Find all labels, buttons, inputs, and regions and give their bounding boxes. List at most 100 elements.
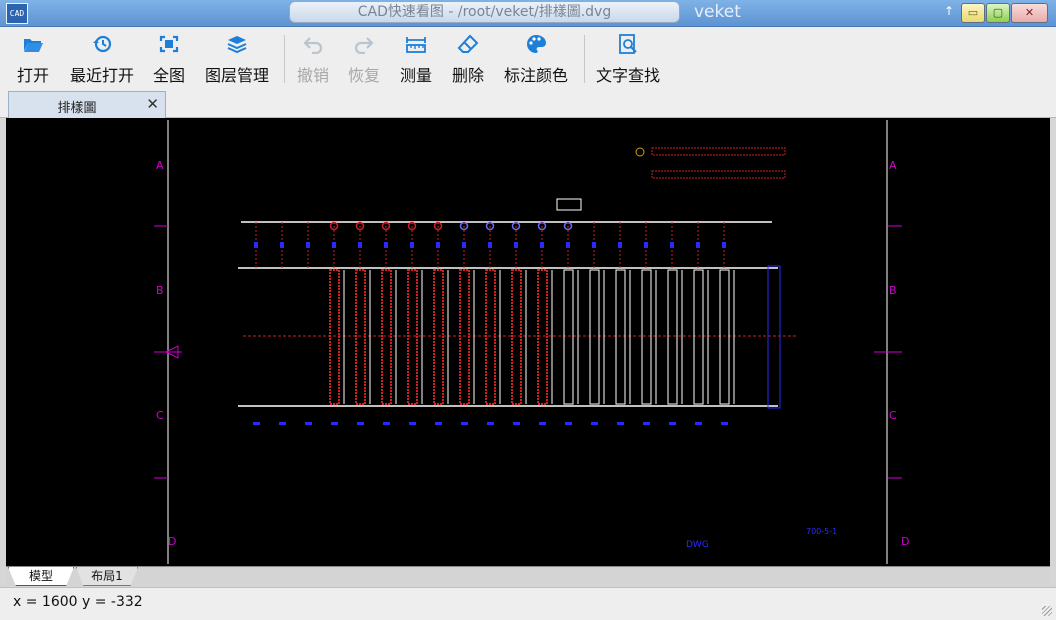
bottom-label-mark <box>253 422 260 425</box>
annotation-color-label: 标注颜色 <box>503 66 568 85</box>
history-icon <box>93 35 112 53</box>
top-label-mark <box>358 242 362 248</box>
row-marker-a-right: A <box>889 159 897 172</box>
legend-strip-bottom <box>651 170 786 179</box>
minimize-button[interactable]: ▭ <box>961 3 985 23</box>
delete-label: 删除 <box>451 66 484 85</box>
bottom-label-mark <box>383 422 390 425</box>
maximize-button[interactable]: ▢ <box>986 3 1010 23</box>
redo-button[interactable]: 恢复 <box>344 27 384 89</box>
undo-button[interactable]: 撤销 <box>293 27 333 89</box>
close-button[interactable]: ✕ <box>1011 3 1048 23</box>
fit-view-label: 全图 <box>152 66 185 85</box>
bar <box>459 269 470 405</box>
bottom-label-mark <box>695 422 702 425</box>
row-marker-b-right: B <box>889 284 897 297</box>
row-marker-a-left: A <box>156 159 164 172</box>
bottom-label-mark <box>669 422 676 425</box>
bottom-label-mark <box>721 422 728 425</box>
open-button[interactable]: 打开 <box>10 27 56 89</box>
bar-group <box>253 221 735 425</box>
top-label-mark <box>462 242 466 248</box>
close-tab-icon[interactable]: ✕ <box>146 95 159 113</box>
drawing-stamp: 700-5-1 <box>806 527 837 536</box>
coordinate-readout: x = 1600 y = -332 <box>13 594 143 610</box>
row-marker-d-right: D <box>901 535 909 548</box>
top-label-mark <box>280 242 284 248</box>
bottom-label-mark <box>435 422 442 425</box>
bar <box>433 269 444 405</box>
recent-open-button[interactable]: 最近打开 <box>66 27 138 89</box>
ruler-icon <box>406 37 426 53</box>
bar <box>641 269 652 405</box>
layer-manager-button[interactable]: 图层管理 <box>202 27 272 89</box>
bar <box>537 269 548 405</box>
measure-button[interactable]: 测量 <box>396 27 436 89</box>
up-arrow-icon[interactable]: ↑ <box>942 4 956 18</box>
layers-icon <box>227 36 247 54</box>
title-block-box <box>556 198 582 211</box>
undo-label: 撤销 <box>296 66 329 85</box>
eraser-icon <box>457 34 479 53</box>
top-label-mark <box>618 242 622 248</box>
top-label-mark <box>384 242 388 248</box>
drawing-bottom-label: DWG <box>686 540 709 550</box>
annotation-color-button[interactable]: 标注颜色 <box>500 27 572 89</box>
toolbar-separator <box>284 35 285 83</box>
layout1-tab[interactable]: 布局1 <box>76 567 138 586</box>
bar <box>485 269 496 405</box>
bottom-label-mark <box>591 422 598 425</box>
brand-label: veket <box>694 2 741 22</box>
row-marker-c-left: C <box>156 409 164 422</box>
top-label-mark <box>644 242 648 248</box>
document-tab-label: 排樣圖 <box>57 101 97 116</box>
drawing-canvas[interactable]: A B C D A B C D 700-5-1 DWG <box>6 118 1050 566</box>
undo-icon <box>303 37 323 54</box>
legend-marker <box>635 147 645 157</box>
bar <box>719 269 730 405</box>
bottom-label-mark <box>617 422 624 425</box>
app-logo-icon: CAD <box>6 3 28 24</box>
top-label-mark <box>332 242 336 248</box>
bottom-label-mark <box>513 422 520 425</box>
bottom-label-mark <box>565 422 572 425</box>
layout-tab-bar: 模型 布局1 <box>6 566 1050 586</box>
window-title: CAD快速看图 - /root/veket/排樣圖.dvg <box>357 4 612 20</box>
status-bar: x = 1600 y = -332 <box>0 587 1056 620</box>
delete-button[interactable]: 删除 <box>448 27 488 89</box>
row-ticks-left <box>154 225 902 479</box>
text-search-icon <box>619 34 637 54</box>
bar <box>329 269 340 405</box>
text-search-label: 文字查找 <box>595 66 660 85</box>
resize-grip-icon[interactable] <box>1042 606 1052 616</box>
legend-strip-top <box>651 147 786 156</box>
layer-manager-label: 图层管理 <box>204 66 269 85</box>
palette-icon <box>527 35 546 53</box>
text-search-button[interactable]: 文字查找 <box>594 27 662 89</box>
top-label-mark <box>514 242 518 248</box>
fit-view-button[interactable]: 全图 <box>148 27 190 89</box>
row-marker-b-left: B <box>156 284 164 297</box>
bottom-label-mark <box>357 422 364 425</box>
bottom-label-mark <box>539 422 546 425</box>
bar <box>381 269 392 405</box>
bar <box>563 269 574 405</box>
top-label-mark <box>670 242 674 248</box>
row-marker-d-left: D <box>168 535 176 548</box>
bar <box>615 269 626 405</box>
model-tab[interactable]: 模型 <box>8 567 74 586</box>
bar <box>667 269 678 405</box>
dimension-bracket <box>767 265 781 409</box>
bottom-label-mark <box>305 422 312 425</box>
top-label-mark <box>436 242 440 248</box>
document-tab[interactable]: 排樣圖 ✕ <box>8 91 166 118</box>
bottom-label-mark <box>409 422 416 425</box>
top-label-mark <box>410 242 414 248</box>
top-label-mark <box>592 242 596 248</box>
top-label-mark <box>306 242 310 248</box>
toolbar: 打开 最近打开 全图 图层管理 撤销 恢复 测量 删除 标注颜色 文字查找 <box>0 27 1056 89</box>
bar <box>693 269 704 405</box>
fit-view-icon <box>159 35 179 53</box>
title-pill: CAD快速看图 - /root/veket/排樣圖.dvg <box>289 1 680 23</box>
redo-icon <box>354 37 374 54</box>
